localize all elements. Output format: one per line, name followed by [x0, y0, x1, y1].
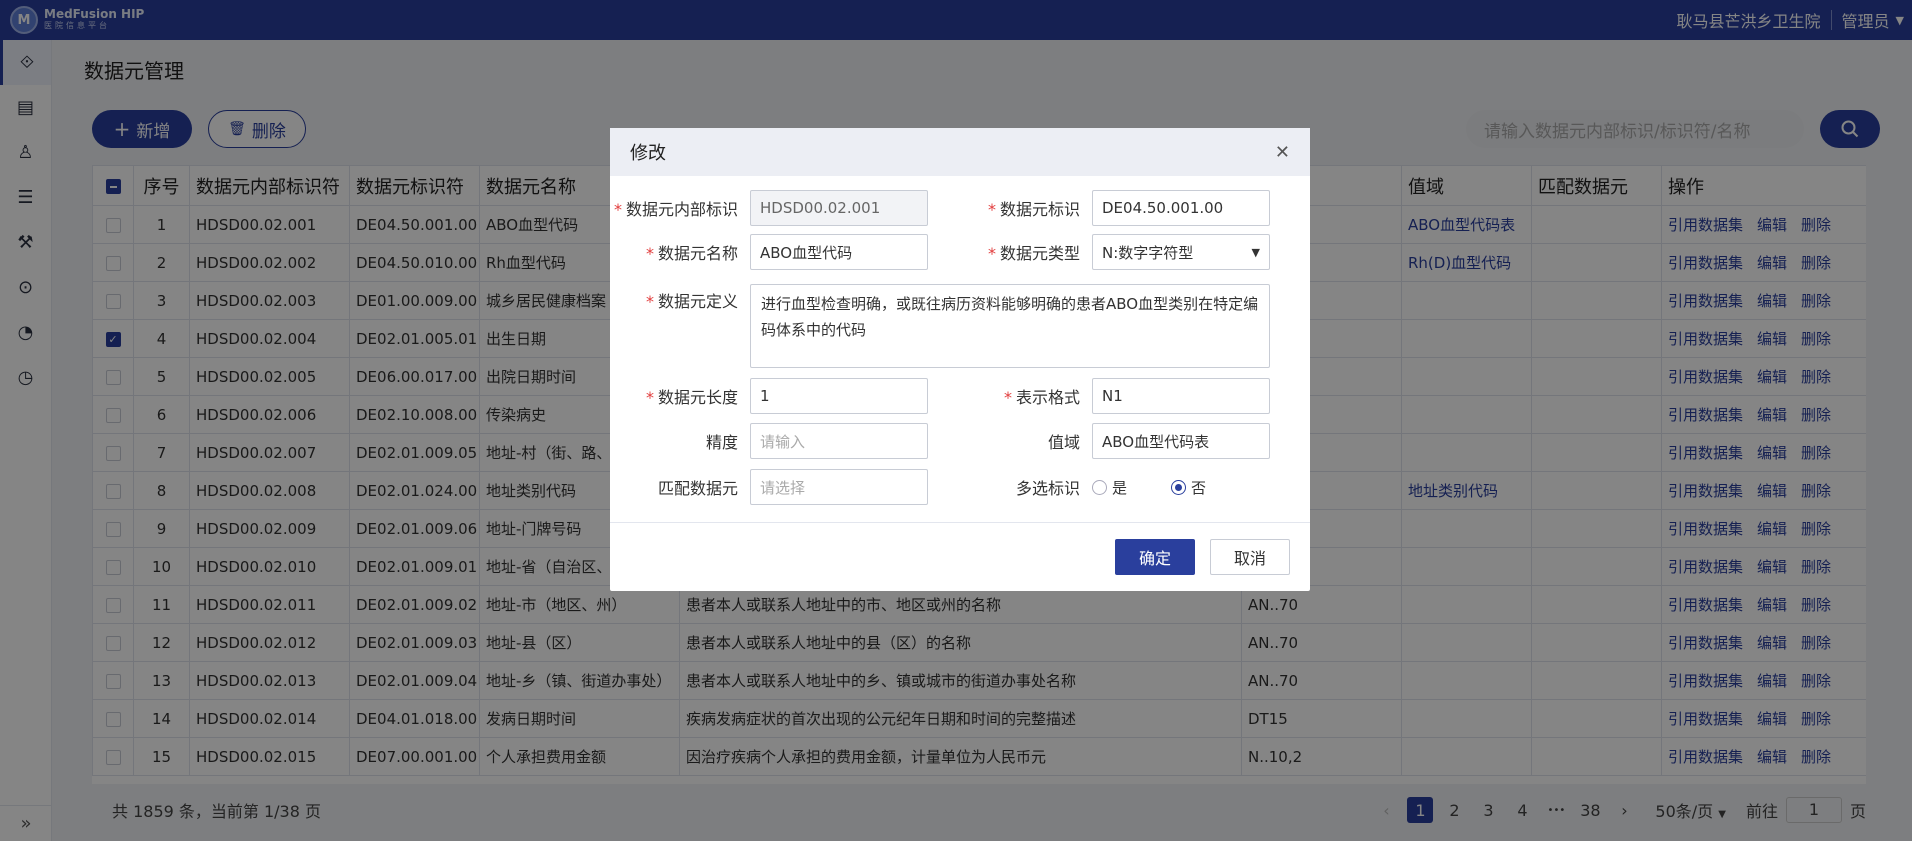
- precision-input[interactable]: 请输入: [750, 423, 928, 459]
- internal-id-input[interactable]: HDSD00.02.001: [750, 190, 928, 226]
- radio-no-label: 否: [1191, 478, 1207, 497]
- field-match: 匹配数据元 请选择: [610, 469, 928, 505]
- required-mark: *: [645, 244, 654, 263]
- identifier-input[interactable]: DE04.50.001.00: [1092, 190, 1270, 226]
- label-type: 数据元类型: [999, 244, 1080, 263]
- name-input[interactable]: ABO血型代码: [750, 234, 928, 270]
- radio-checked-icon: [1171, 479, 1187, 495]
- edit-dialog: 修改 ✕ * 数据元内部标识 HDSD00.02.001 * 数据元标识 DE04.…: [610, 128, 1310, 591]
- field-precision: 精度 请输入: [610, 423, 928, 459]
- caret-down-icon: ▼: [1251, 245, 1260, 259]
- definition-textarea[interactable]: 进行血型检查明确，或既往病历资料能够明确的患者ABO血型类别在特定编码体系中的代…: [750, 284, 1270, 368]
- dialog-header: 修改 ✕: [610, 128, 1310, 176]
- label-name: 数据元名称: [657, 244, 738, 263]
- required-mark: *: [987, 244, 996, 263]
- type-select-value: N:数字字符型: [1102, 243, 1194, 262]
- required-mark: *: [1003, 388, 1012, 407]
- field-name: * 数据元名称 ABO血型代码: [610, 234, 928, 270]
- match-select[interactable]: 请选择: [750, 469, 928, 505]
- required-mark: *: [613, 200, 622, 219]
- field-definition: * 数据元定义 进行血型检查明确，或既往病历资料能够明确的患者ABO血型类别在特定…: [610, 284, 1270, 368]
- dialog-title: 修改: [630, 143, 666, 164]
- format-input[interactable]: N1: [1092, 378, 1270, 414]
- label-identifier: 数据元标识: [999, 200, 1080, 219]
- field-length: * 数据元长度 1: [610, 378, 928, 414]
- radio-yes-label: 是: [1112, 478, 1128, 497]
- close-icon[interactable]: ✕: [1275, 142, 1290, 163]
- field-format: * 表示格式 N1: [952, 378, 1270, 414]
- label-precision: 精度: [705, 433, 738, 452]
- field-type: * 数据元类型 N:数字字符型 ▼: [952, 234, 1270, 270]
- field-internal-id: * 数据元内部标识 HDSD00.02.001: [610, 190, 928, 226]
- radio-yes[interactable]: 是: [1092, 477, 1127, 498]
- label-format: 表示格式: [1015, 388, 1080, 407]
- label-multi: 多选标识: [1015, 479, 1080, 498]
- label-length: 数据元长度: [657, 388, 738, 407]
- confirm-button[interactable]: 确定: [1115, 539, 1195, 575]
- label-match: 匹配数据元: [657, 479, 738, 498]
- required-mark: *: [645, 388, 654, 407]
- radio-no[interactable]: 否: [1171, 477, 1206, 498]
- cancel-button[interactable]: 取消: [1210, 539, 1290, 575]
- domain-input[interactable]: ABO血型代码表: [1092, 423, 1270, 459]
- field-identifier: * 数据元标识 DE04.50.001.00: [952, 190, 1270, 226]
- required-mark: *: [645, 292, 654, 311]
- label-domain: 值域: [1047, 433, 1080, 452]
- radio-unchecked-icon: [1092, 479, 1107, 495]
- dialog-footer: [610, 522, 1310, 591]
- type-select[interactable]: N:数字字符型 ▼: [1092, 234, 1270, 270]
- label-internal-id: 数据元内部标识: [625, 200, 738, 219]
- length-input[interactable]: 1: [750, 378, 928, 414]
- field-domain: 值域 ABO血型代码表: [952, 423, 1270, 459]
- label-definition: 数据元定义: [657, 292, 738, 311]
- field-multi: 多选标识 是 否: [952, 469, 1250, 505]
- required-mark: *: [987, 200, 996, 219]
